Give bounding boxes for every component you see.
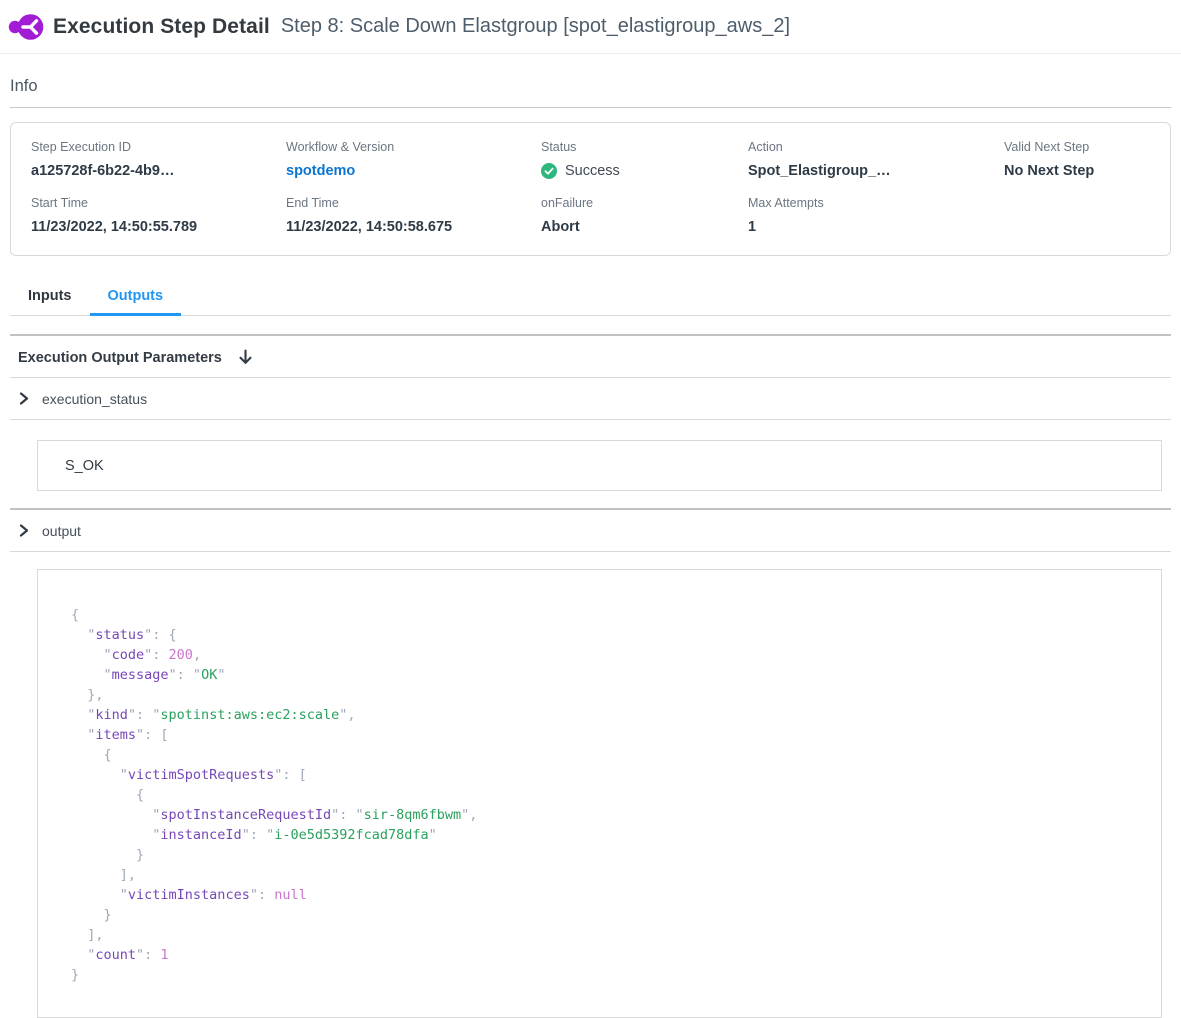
field-value: a125728f-6b22-4b9… xyxy=(31,163,286,179)
code-line: "instanceId": "i-0e5d5392fcad78dfa" xyxy=(71,825,1151,845)
field-value: 1 xyxy=(748,219,1004,235)
field-valid-next-step: Valid Next Step No Next Step xyxy=(1004,140,1150,179)
divider xyxy=(10,419,1171,420)
param-row-output[interactable]: output xyxy=(10,510,1171,551)
page-subtitle: Step 8: Scale Down Elastgroup [spot_elas… xyxy=(281,15,790,38)
code-line: { xyxy=(71,745,1151,765)
code-line: ], xyxy=(71,925,1151,945)
field-label: End Time xyxy=(286,196,541,210)
code-line: "message": "OK" xyxy=(71,665,1151,685)
field-step-execution-id: Step Execution ID a125728f-6b22-4b9… xyxy=(31,140,286,179)
field-label: Status xyxy=(541,140,748,154)
field-status: Status Success xyxy=(541,140,748,179)
field-value: Abort xyxy=(541,219,748,235)
code-line: "victimSpotRequests": [ xyxy=(71,765,1151,785)
field-label: Max Attempts xyxy=(748,196,1004,210)
download-arrow-icon[interactable] xyxy=(237,349,254,366)
info-divider xyxy=(10,107,1171,108)
code-line: ], xyxy=(71,865,1151,885)
workflow-link[interactable]: spotdemo xyxy=(286,163,541,179)
field-workflow-version: Workflow & Version spotdemo xyxy=(286,140,541,179)
field-value: 11/23/2022, 14:50:58.675 xyxy=(286,219,541,235)
param-row-execution-status[interactable]: execution_status xyxy=(10,378,1171,419)
execution-status-value: S_OK xyxy=(65,458,104,474)
field-value: 11/23/2022, 14:50:55.789 xyxy=(31,219,286,235)
code-line: { xyxy=(71,605,1151,625)
resolve-logo-icon xyxy=(8,10,44,44)
status-text: Success xyxy=(565,163,620,179)
code-line: } xyxy=(71,965,1151,985)
output-params-header: Execution Output Parameters xyxy=(10,336,1171,377)
field-label: Step Execution ID xyxy=(31,140,286,154)
param-name: execution_status xyxy=(42,391,147,407)
param-name: output xyxy=(42,523,81,539)
field-label: Start Time xyxy=(31,196,286,210)
status-value: Success xyxy=(541,163,748,179)
field-empty xyxy=(1004,196,1150,235)
code-line: "kind": "spotinst:aws:ec2:scale", xyxy=(71,705,1151,725)
field-max-attempts: Max Attempts 1 xyxy=(748,196,1004,235)
info-card: Step Execution ID a125728f-6b22-4b9… Wor… xyxy=(10,122,1171,256)
field-value: Spot_Elastigroup_… xyxy=(748,163,1004,179)
execution-status-value-box: S_OK xyxy=(37,440,1162,491)
tab-inputs[interactable]: Inputs xyxy=(10,278,90,315)
field-value: No Next Step xyxy=(1004,163,1150,179)
tab-outputs[interactable]: Outputs xyxy=(90,278,182,315)
code-line: "count": 1 xyxy=(71,945,1151,965)
field-label: Workflow & Version xyxy=(286,140,541,154)
field-on-failure: onFailure Abort xyxy=(541,196,748,235)
output-json-box: { "status": { "code": 200, "message": "O… xyxy=(37,569,1162,1018)
io-tabs: Inputs Outputs xyxy=(10,278,1171,316)
execution-step-detail-page: Execution Step Detail Step 8: Scale Down… xyxy=(0,0,1181,1018)
code-line: "victimInstances": null xyxy=(71,885,1151,905)
output-params-title: Execution Output Parameters xyxy=(18,350,222,366)
field-label: Valid Next Step xyxy=(1004,140,1150,154)
code-line: } xyxy=(71,845,1151,865)
chevron-right-icon[interactable] xyxy=(18,524,30,537)
code-line: "code": 200, xyxy=(71,645,1151,665)
code-line: } xyxy=(71,905,1151,925)
chevron-right-icon[interactable] xyxy=(18,392,30,405)
code-line: { xyxy=(71,785,1151,805)
json-code: { "status": { "code": 200, "message": "O… xyxy=(71,605,1151,985)
code-line: }, xyxy=(71,685,1151,705)
info-section-title: Info xyxy=(10,77,1171,96)
page-title: Execution Step Detail xyxy=(53,15,270,39)
code-line: "spotInstanceRequestId": "sir-8qm6fbwm", xyxy=(71,805,1151,825)
page-header: Execution Step Detail Step 8: Scale Down… xyxy=(0,0,1181,54)
field-label: Action xyxy=(748,140,1004,154)
field-label: onFailure xyxy=(541,196,748,210)
code-line: "status": { xyxy=(71,625,1151,645)
field-end-time: End Time 11/23/2022, 14:50:58.675 xyxy=(286,196,541,235)
code-line: "items": [ xyxy=(71,725,1151,745)
success-check-icon xyxy=(541,163,557,179)
field-action: Action Spot_Elastigroup_… xyxy=(748,140,1004,179)
divider xyxy=(10,551,1171,552)
field-start-time: Start Time 11/23/2022, 14:50:55.789 xyxy=(31,196,286,235)
